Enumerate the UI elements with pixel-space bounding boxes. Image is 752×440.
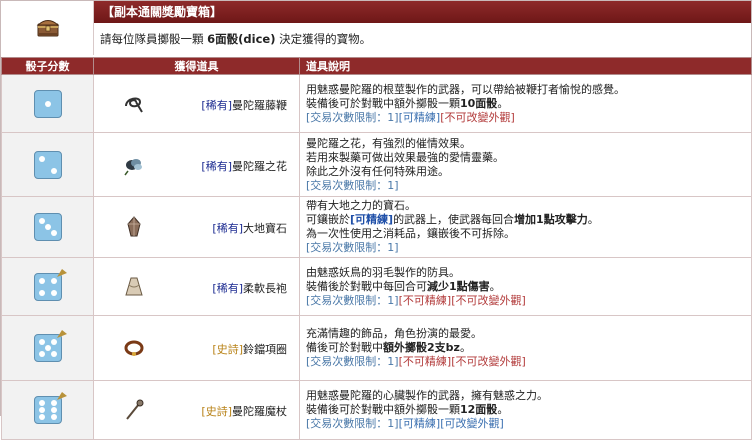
item-description: 充滿情趣的飾品，角色扮演的最愛。 備後可於對戰中額外擲骰2支bz。 [交易次數限… (299, 315, 752, 381)
item-cell: [史詩]曼陀羅魔杖 (93, 380, 300, 440)
item-name: [稀有]曼陀羅之花 (201, 159, 287, 173)
header-description: 道具說明 (299, 57, 752, 75)
flower-icon (124, 158, 142, 175)
die-icon (33, 150, 62, 179)
reward-panel: 【副本通關獎勵寶箱】 請每位隊員擲骰一顆 6面骰(dice) 決定獲得的寶物。 … (0, 0, 752, 440)
dice-score-cell (1, 315, 94, 381)
die-icon (33, 330, 67, 362)
item-cell: [稀有]大地寶石 (93, 196, 300, 258)
intro-text-after: 決定獲得的寶物。 (275, 32, 372, 46)
table-row: [稀有]大地寶石 帶有大地之力的寶石。 可鑲嵌於[可精練]的武器上，使武器每回合… (1, 196, 752, 258)
item-description: 用魅惑曼陀羅的根莖製作的武器，可以帶給被鞭打者愉悅的感覺。 裝備後可於對戰中額外… (299, 74, 752, 133)
item-cell: [史詩]鈴鐺項圈 (93, 315, 300, 381)
die-icon (33, 89, 62, 118)
item-description: 由魅惑妖鳥的羽毛製作的防具。 裝備後於對戰中每回合可減少1點傷害。 [交易次數限… (299, 257, 752, 316)
gem-icon (127, 216, 141, 237)
robe-icon (125, 277, 143, 295)
reward-table: 骰子分數 獲得道具 道具說明 [稀有]曼陀羅藤鞭 用魅惑曼陀羅的根莖製作的武器，… (1, 57, 752, 440)
whip-icon (125, 97, 143, 113)
die-icon (33, 268, 67, 301)
item-name: [史詩]曼陀羅魔杖 (201, 405, 287, 418)
intro-text-before: 請每位隊員擲骰一顆 (100, 32, 208, 46)
item-name: [稀有]柔軟長袍 (212, 281, 287, 295)
header-item: 獲得道具 (93, 57, 300, 75)
die-icon (33, 213, 62, 241)
table-row: [稀有]曼陀羅之花 曼陀羅之花，有強烈的催情效果。 若用來製藥可做出效果最強的愛… (1, 132, 752, 197)
item-description: 曼陀羅之花，有強烈的催情效果。 若用來製藥可做出效果最強的愛情靈藥。 除此之外沒… (299, 132, 752, 197)
table-row: [稀有]曼陀羅藤鞭 用魅惑曼陀羅的根莖製作的武器，可以帶給被鞭打者愉悅的感覺。 … (1, 74, 752, 133)
item-cell: [稀有]曼陀羅藤鞭 (93, 74, 300, 133)
table-row: [史詩]鈴鐺項圈 充滿情趣的飾品，角色扮演的最愛。 備後可於對戰中額外擲骰2支b… (1, 315, 752, 381)
header-score: 骰子分數 (1, 57, 94, 75)
item-description: 用魅惑曼陀羅的心臟製作的武器，擁有魅惑之力。 裝備後可於對戰中額外擲骰一顆12面… (299, 380, 752, 440)
dice-score-cell (1, 257, 94, 316)
item-name: [稀有]曼陀羅藤鞭 (201, 98, 287, 112)
dice-score-cell (1, 74, 94, 133)
item-cell: [稀有]柔軟長袍 (93, 257, 300, 316)
dice-score-cell (1, 380, 94, 440)
treasure-chest-icon (36, 20, 60, 37)
die-icon (33, 392, 67, 424)
table-row: [史詩]曼陀羅魔杖 用魅惑曼陀羅的心臟製作的武器，擁有魅惑之力。 裝備後可於對戰… (1, 380, 752, 440)
item-name: [稀有]大地寶石 (212, 222, 287, 235)
item-description: 帶有大地之力的寶石。 可鑲嵌於[可精練]的武器上，使武器每回合增加1點攻擊力。 … (299, 196, 752, 258)
collar-icon (124, 340, 144, 356)
table-row: [稀有]柔軟長袍 由魅惑妖鳥的羽毛製作的防具。 裝備後於對戰中每回合可減少1點傷… (1, 257, 752, 316)
dice-score-cell (1, 132, 94, 197)
table-header-row: 骰子分數 獲得道具 道具說明 (1, 57, 752, 75)
item-name: [史詩]鈴鐺項圈 (212, 343, 287, 356)
staff-icon (126, 399, 144, 420)
chest-cell (1, 1, 94, 55)
intro-dice-label: 6面骰(dice) (207, 32, 276, 46)
instructions-text: 請每位隊員擲骰一顆 6面骰(dice) 決定獲得的寶物。 (94, 23, 751, 55)
page-title: 【副本通關獎勵寶箱】 (94, 1, 751, 23)
banner: 【副本通關獎勵寶箱】 請每位隊員擲骰一顆 6面骰(dice) 決定獲得的寶物。 (1, 1, 751, 55)
dice-score-cell (1, 196, 94, 258)
item-cell: [稀有]曼陀羅之花 (93, 132, 300, 197)
